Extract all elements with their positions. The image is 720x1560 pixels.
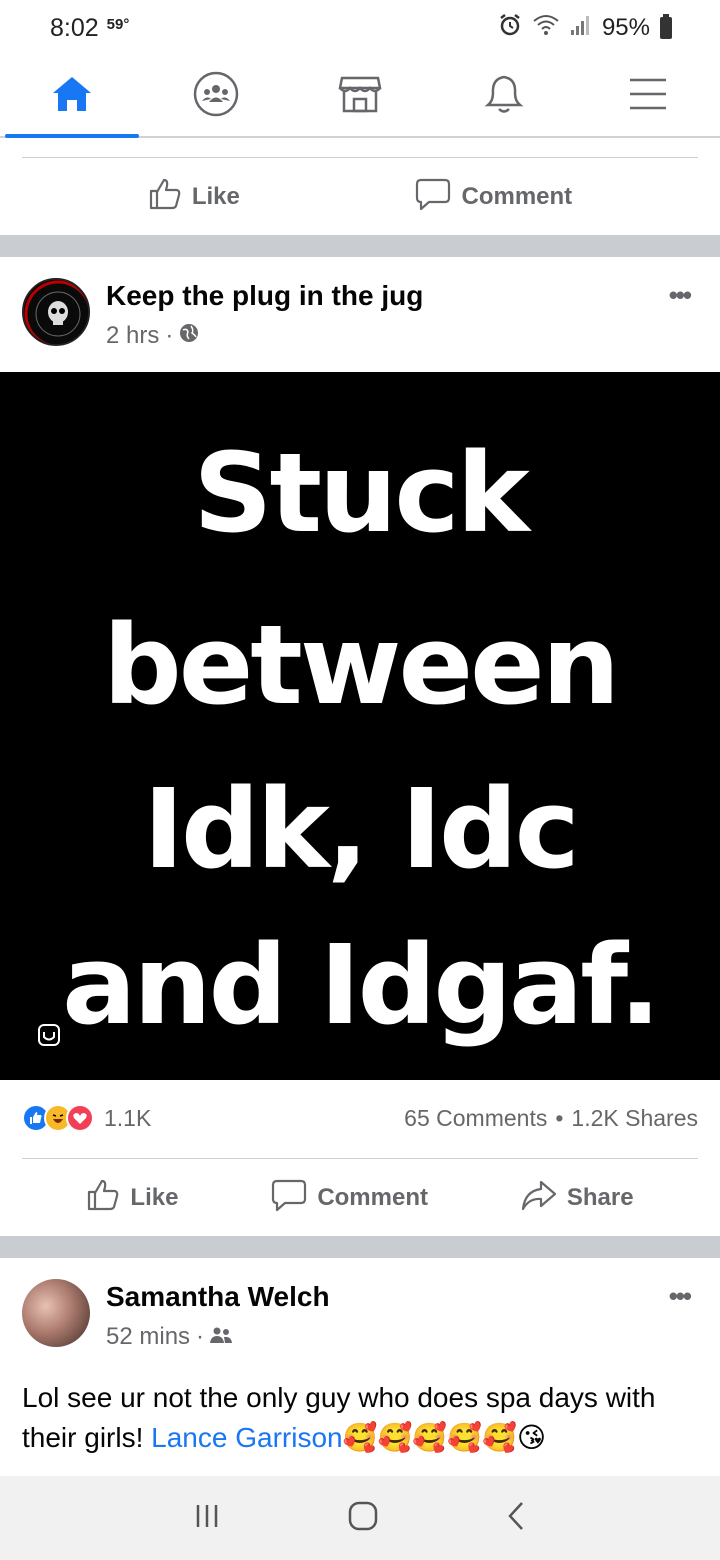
comment-label: Comment (461, 183, 573, 210)
battery-percent: 95% (601, 14, 650, 41)
system-nav-bar (0, 1476, 720, 1560)
image-text-line: Idk, Idc (143, 765, 580, 893)
post-meta: 52 mins · (106, 1323, 233, 1351)
comments-count[interactable]: 65 Comments (404, 1105, 547, 1132)
divider (22, 157, 698, 158)
comment-icon (271, 1178, 307, 1219)
post-header: Keep the plug in the jug 2 hrs · ••• (0, 258, 720, 368)
like-button[interactable]: Like (148, 177, 240, 218)
emoji-text: 🥰🥰🥰🥰🥰😘 (342, 1422, 547, 1453)
post-meta: 2 hrs · (106, 322, 199, 350)
shares-count[interactable]: 1.2K Shares (571, 1105, 698, 1132)
post-author[interactable]: Samantha Welch (106, 1281, 330, 1313)
comment-button[interactable]: Comment (415, 177, 572, 218)
home-icon (51, 74, 93, 119)
like-label: Like (191, 183, 240, 210)
image-text-line: between (102, 601, 620, 729)
bell-icon (484, 73, 524, 120)
comment-label: Comment (317, 1184, 428, 1211)
more-options-button[interactable]: ••• (669, 1281, 692, 1312)
love-reaction-icon (66, 1104, 94, 1132)
feed-separator (0, 235, 720, 257)
top-nav (0, 56, 720, 138)
divider (22, 1158, 698, 1159)
friends-icon (210, 1323, 233, 1351)
post-time[interactable]: 52 mins (106, 1323, 190, 1351)
battery-icon (660, 14, 672, 39)
wifi-icon (532, 13, 560, 44)
home-button[interactable] (348, 1501, 378, 1536)
marketplace-icon (338, 74, 382, 119)
feed-separator (0, 1236, 720, 1258)
reactions-summary[interactable]: 1.1K (22, 1104, 151, 1132)
status-bar: 8:02 59° 95% (0, 0, 720, 56)
share-icon (521, 1179, 557, 1218)
alarm-icon (498, 13, 522, 44)
post-time[interactable]: 2 hrs (106, 322, 159, 350)
user-avatar[interactable] (22, 1279, 90, 1347)
like-label: Like (130, 1184, 179, 1211)
status-time: 8:02 (50, 13, 99, 42)
post-counts: 1.1K 65 Comments • 1.2K Shares (22, 1094, 698, 1142)
share-label: Share (566, 1184, 634, 1211)
prev-post-actions: Like Comment (0, 160, 720, 234)
post-text: Lol see ur not the only guy who does spa… (22, 1378, 698, 1458)
post-author[interactable]: Keep the plug in the jug (106, 280, 423, 312)
more-options-button[interactable]: ••• (669, 280, 692, 311)
tab-marketplace[interactable] (288, 56, 432, 136)
reactions-count: 1.1K (104, 1104, 152, 1131)
mention-link[interactable]: Lance Garrison (151, 1422, 342, 1453)
tab-home[interactable] (0, 56, 144, 138)
back-button[interactable] (506, 1501, 526, 1536)
like-icon (148, 177, 182, 218)
globe-icon (179, 322, 199, 350)
comment-icon (415, 177, 451, 218)
image-text-line: Stuck (193, 429, 529, 557)
signal-icon (570, 14, 592, 43)
post-header: Samantha Welch 52 mins · ••• (0, 1259, 720, 1369)
status-temperature: 59° (106, 15, 130, 33)
menu-icon (628, 77, 668, 116)
post-image[interactable]: Stuck between Idk, Idc and Idgaf. (0, 372, 720, 1080)
tab-groups[interactable] (144, 56, 288, 136)
comment-button[interactable]: Comment (271, 1178, 428, 1219)
tab-menu[interactable] (576, 56, 720, 136)
like-icon (86, 1178, 120, 1219)
post-actions: Like Comment Share (0, 1162, 720, 1234)
watermark-icon (38, 1024, 60, 1051)
groups-icon (193, 71, 239, 122)
page-avatar[interactable] (22, 278, 90, 346)
like-button[interactable]: Like (86, 1178, 178, 1219)
recent-apps-button[interactable] (194, 1503, 220, 1534)
image-text-line: and Idgaf. (62, 921, 661, 1049)
tab-notifications[interactable] (432, 56, 576, 136)
share-button[interactable]: Share (521, 1179, 634, 1218)
